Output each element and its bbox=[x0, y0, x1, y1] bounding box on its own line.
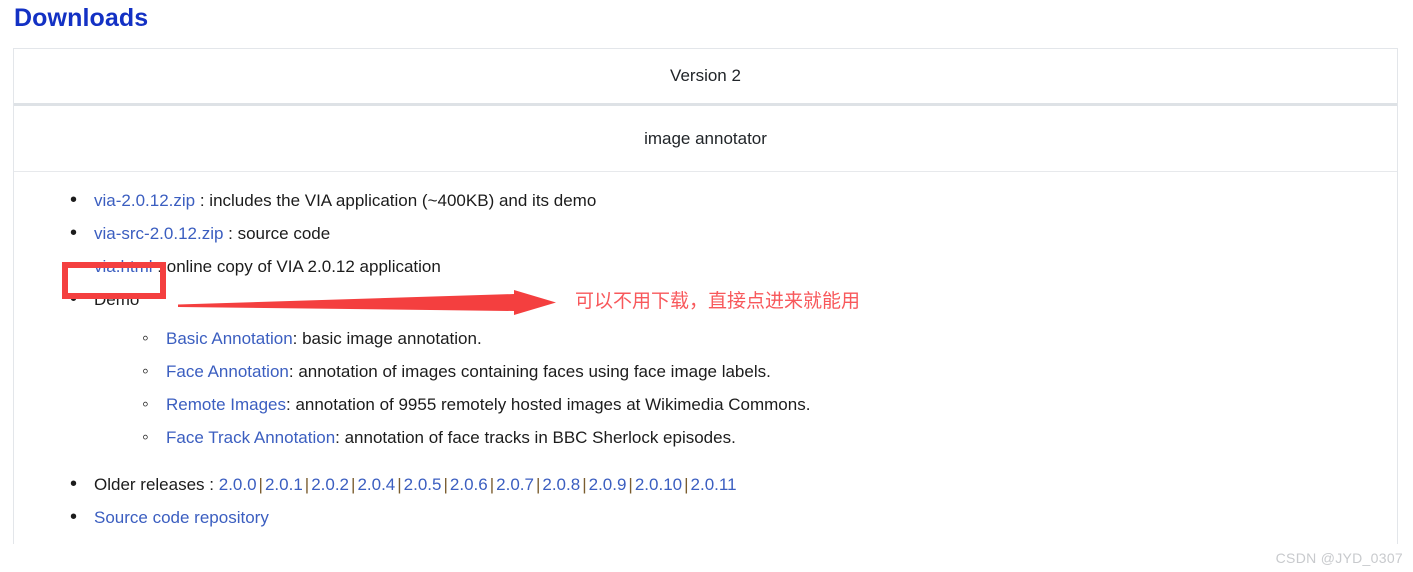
link-version-2-0-4[interactable]: 2.0.4 bbox=[357, 475, 395, 494]
version-separator: | bbox=[628, 475, 633, 494]
version-separator: | bbox=[258, 475, 263, 494]
version-separator: | bbox=[684, 475, 689, 494]
link-version-2-0-9[interactable]: 2.0.9 bbox=[589, 475, 627, 494]
link-version-2-0-1[interactable]: 2.0.1 bbox=[265, 475, 303, 494]
link-version-2-0-5[interactable]: 2.0.5 bbox=[404, 475, 442, 494]
link-source-code-repository[interactable]: Source code repository bbox=[94, 508, 269, 527]
list-item-via-zip: via-2.0.12.zip : includes the VIA applic… bbox=[70, 184, 1397, 217]
link-via-2-0-12-zip[interactable]: via-2.0.12.zip bbox=[94, 191, 195, 210]
list-item-source-repo: Source code repository bbox=[70, 501, 1397, 534]
link-version-2-0-11[interactable]: 2.0.11 bbox=[691, 475, 737, 494]
link-remote-images[interactable]: Remote Images bbox=[166, 395, 286, 414]
older-releases-label: Older releases : bbox=[94, 475, 219, 494]
list-item-older-releases: Older releases : 2.0.0|2.0.1|2.0.2|2.0.4… bbox=[70, 468, 1397, 501]
link-version-2-0-8[interactable]: 2.0.8 bbox=[542, 475, 580, 494]
version-separator: | bbox=[397, 475, 402, 494]
list-item-face-annotation: Face Annotation: annotation of images co… bbox=[142, 355, 1397, 388]
link-version-2-0-2[interactable]: 2.0.2 bbox=[311, 475, 349, 494]
link-version-2-0-7[interactable]: 2.0.7 bbox=[496, 475, 534, 494]
version-header-label: Version 2 bbox=[670, 66, 741, 85]
link-version-2-0-10[interactable]: 2.0.10 bbox=[635, 475, 682, 494]
link-version-2-0-0[interactable]: 2.0.0 bbox=[219, 475, 257, 494]
demo-label: Demo bbox=[94, 290, 140, 309]
link-via-html[interactable]: via.html bbox=[94, 257, 153, 276]
face-annotation-description: : annotation of images containing faces … bbox=[288, 362, 771, 381]
version-separator: | bbox=[304, 475, 310, 494]
list-item-via-src-zip: via-src-2.0.12.zip : source code bbox=[70, 217, 1397, 250]
annotation-text: 可以不用下载，直接点进来就能用 bbox=[575, 290, 861, 312]
list-item-remote-images: Remote Images: annotation of 9955 remote… bbox=[142, 388, 1397, 421]
subtitle-label: image annotator bbox=[644, 128, 767, 148]
link-via-src-2-0-12-zip[interactable]: via-src-2.0.12.zip bbox=[94, 224, 223, 243]
watermark: CSDN @JYD_0307 bbox=[1275, 550, 1403, 566]
page-title: Downloads bbox=[14, 4, 149, 32]
version-separator: | bbox=[582, 475, 587, 494]
list-item-via-src-description: : source code bbox=[223, 224, 331, 243]
remote-images-description: : annotation of 9955 remotely hosted ima… bbox=[286, 395, 811, 414]
version-separator: | bbox=[443, 475, 448, 494]
table-row-version-header: Version 2 bbox=[14, 49, 1397, 106]
link-face-annotation[interactable]: Face Annotation bbox=[166, 362, 289, 381]
face-track-annotation-description: : annotation of face tracks in BBC Sherl… bbox=[335, 428, 736, 447]
list-item-basic-annotation: Basic Annotation: basic image annotation… bbox=[142, 322, 1397, 355]
list-item-face-track-annotation: Face Track Annotation: annotation of fac… bbox=[142, 421, 1397, 454]
list-item-via-html: via.html : online copy of VIA 2.0.12 app… bbox=[70, 250, 1397, 283]
version-separator: | bbox=[489, 475, 495, 494]
list-item-via-zip-description: : includes the VIA application (~400KB) … bbox=[195, 191, 597, 210]
link-version-2-0-6[interactable]: 2.0.6 bbox=[450, 475, 488, 494]
downloads-list: via-2.0.12.zip : includes the VIA applic… bbox=[14, 172, 1397, 534]
link-face-track-annotation[interactable]: Face Track Annotation bbox=[166, 428, 335, 447]
older-releases-version-links: 2.0.0 | 2.0.1 | 2.0.2 | 2.0.4 | 2.0.5 | 2.0.6 | 2.0.… bbox=[219, 475, 737, 494]
demo-sublist: Basic Annotation: basic image annotation… bbox=[94, 322, 1397, 454]
list-item-via-html-description: : online copy of VIA 2.0.12 application bbox=[152, 257, 441, 276]
link-basic-annotation[interactable]: Basic Annotation bbox=[166, 329, 293, 348]
table-row-content: via-2.0.12.zip : includes the VIA applic… bbox=[14, 172, 1397, 544]
basic-annotation-description: : basic image annotation. bbox=[292, 329, 482, 348]
table-row-subtitle: image annotator bbox=[14, 106, 1397, 172]
